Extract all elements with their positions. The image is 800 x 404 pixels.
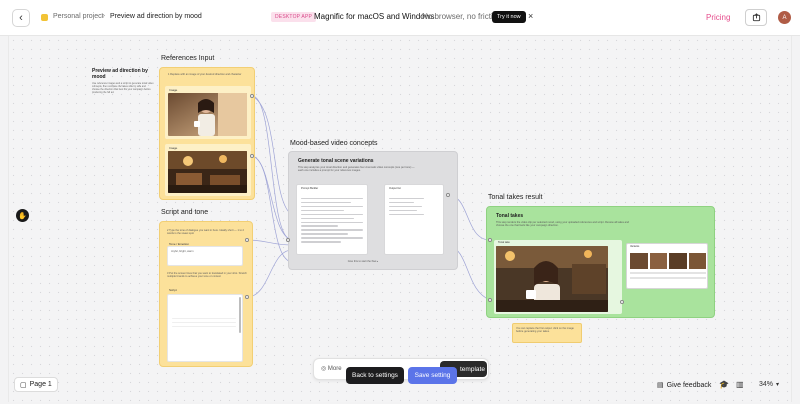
dock-template-label: template [460,365,485,373]
give-feedback-button[interactable]: ▤ Give feedback [657,381,712,390]
hand-tool-button[interactable]: ✋ [16,209,29,222]
tonal-take-video[interactable] [496,246,608,312]
script-step-2: 3 Put the screen lines that you want to … [167,272,247,279]
breadcrumb-current[interactable]: Preview ad direction by mood [110,13,202,20]
tonal-takes-label: Tonal takes result [488,194,543,201]
intro-note: Preview ad direction by mood Use referen… [92,68,154,94]
give-feedback-label: Give feedback [666,381,712,389]
prompt-builder-title: Prompt Builder [301,187,319,190]
script-field-label: Script [169,288,177,292]
reference-tag-2: Image [169,146,178,150]
dock-more-label: More [327,366,342,372]
breadcrumb-project[interactable]: Personal project [53,13,104,20]
scrollbar[interactable] [239,297,241,333]
dock-more-button[interactable]: ◎ More [321,365,342,372]
divider [630,272,706,274]
output-list-panel[interactable]: Output list [384,184,444,255]
promo-title: Magnific for macOS and Windows [314,12,435,21]
eye-icon: ◎ [321,366,327,372]
share-button[interactable] [745,9,767,26]
tone-input-value: Joyful, bright, warm [171,250,194,253]
input-port[interactable] [286,238,290,242]
variants-row-1 [630,253,706,269]
pricing-link[interactable]: Pricing [706,13,730,22]
tonal-takes-title: Tonal takes [496,213,524,219]
graduation-cap-icon[interactable]: 🎓 [719,380,729,389]
promo-subtitle: No browser, no friction [422,12,502,21]
output-port[interactable] [245,295,249,299]
tonal-variants-panel[interactable]: Variants [626,243,708,289]
references-instruction: 1 Replace with an image of your desired … [168,73,242,76]
save-setting-button[interactable]: Save setting [408,367,457,384]
output-list-title: Output list [389,187,401,190]
input-port[interactable] [488,298,492,302]
output-port[interactable] [245,238,249,242]
share-icon [752,13,760,22]
hand-icon: ✋ [18,212,27,220]
reference-image-card-2[interactable]: Image [165,144,251,196]
script-and-tone-label: Script and tone [161,209,209,216]
zoom-level[interactable]: 34% [759,381,773,388]
promo-badge: DESKTOP APP [271,12,317,22]
try-it-now-button[interactable]: Try it now [492,11,526,23]
variant-thumb[interactable] [688,253,706,269]
back-button[interactable]: ‹ [12,9,30,27]
mood-concepts-description: This step analyzes your tonal direction … [298,166,415,173]
tonal-variants-tag: Variants [630,245,640,248]
reference-image-2[interactable] [168,151,247,193]
prompt-builder-panel[interactable]: Prompt Builder [296,184,368,255]
divider [630,277,706,279]
tonal-take-main[interactable]: Tonal take [494,240,622,314]
reference-image-1[interactable] [168,93,247,136]
variant-thumb[interactable] [649,253,667,269]
chevron-down-icon[interactable]: ▾ [776,381,779,388]
tonal-takes-description: This step renders the video clip per sel… [496,221,629,228]
references-input-card[interactable]: 1 Replace with an image of your desired … [159,67,255,200]
project-folder-icon [41,14,48,21]
references-input-label: References Input [161,55,215,62]
page-label: Page 1 [29,381,52,388]
output-port[interactable] [250,94,254,98]
script-and-tone-card[interactable]: 2 Type the tone of dialogue you want in … [159,221,253,367]
script-step-1: 2 Type the tone of dialogue you want in … [167,229,244,236]
intro-note-title: Preview ad direction by mood [92,68,148,80]
page-icon: ▢ [20,381,27,389]
output-port[interactable] [250,154,254,158]
mood-concepts-card[interactable]: Generate tonal scene variations This ste… [288,151,458,270]
hint-note-text: You can replace the first output: click … [516,327,574,334]
breadcrumb-separator: > [101,13,106,20]
input-port[interactable] [488,238,492,242]
close-icon[interactable]: × [528,11,533,21]
variant-thumb[interactable] [630,253,648,269]
top-bar: ‹ Personal project > Preview ad directio… [0,0,800,36]
page-selector-button[interactable]: ▢ Page 1 [14,377,58,392]
variant-thumb[interactable] [669,253,687,269]
message-icon: ▤ [657,382,664,389]
tonal-take-tag: Tonal take [498,241,510,244]
mood-concepts-title: Generate tonal scene variations [298,158,374,164]
reference-image-card-1[interactable]: Image [165,86,251,139]
mood-concepts-label: Mood-based video concepts [290,140,378,147]
reference-tag-1: Image [169,88,178,92]
intro-note-body: Use reference images and a script to gen… [92,82,154,94]
output-port[interactable] [620,300,624,304]
mood-concepts-footer[interactable]: Give this to start the flow ▸ [323,260,403,263]
tonal-takes-card[interactable]: Tonal takes This step renders the video … [486,206,715,318]
hint-note: You can replace the first output: click … [512,323,582,343]
chevron-left-icon: ‹ [19,12,23,24]
tone-input[interactable]: Joyful, bright, warm [167,246,243,266]
avatar[interactable]: A [778,11,791,24]
map-icon[interactable]: ▥ [736,380,745,389]
output-port[interactable] [446,193,450,197]
script-textarea[interactable] [167,294,243,362]
back-to-settings-button[interactable]: Back to settings [346,367,404,384]
